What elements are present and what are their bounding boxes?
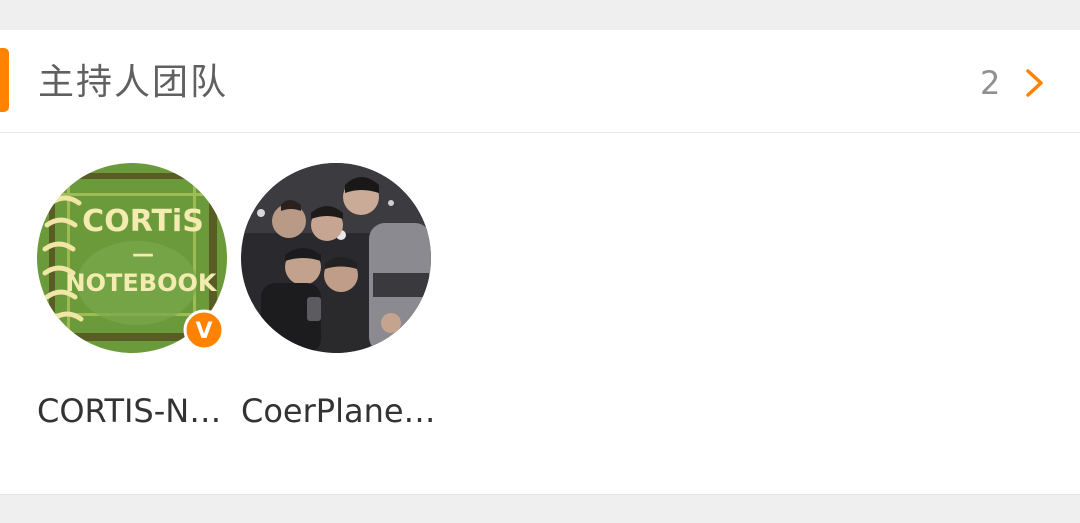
avatar-text-cortis: CORTiS: [82, 204, 204, 239]
section-header[interactable]: 主持人团队 2: [0, 30, 1080, 133]
verified-badge-letter: V: [195, 319, 212, 344]
verified-badge-icon: V: [183, 309, 225, 351]
chevron-right-icon[interactable]: [1018, 66, 1052, 100]
member-name[interactable]: CORTIS-N…: [37, 389, 237, 433]
accent-bar: [0, 48, 9, 112]
member-name[interactable]: CoerPlane…: [241, 389, 441, 433]
section-title: 主持人团队: [38, 62, 229, 103]
bottom-divider: [0, 494, 1080, 495]
avatar-text-dash: —: [132, 242, 154, 267]
avatar-text-notebook: NOTEBOOK: [66, 269, 218, 297]
member-count: 2: [980, 64, 1001, 102]
host-team-card: 主持人团队 2 CORTiS — NOTEBOOK V CORTIS-N… Co…: [0, 30, 1080, 494]
avatar[interactable]: [241, 163, 431, 353]
